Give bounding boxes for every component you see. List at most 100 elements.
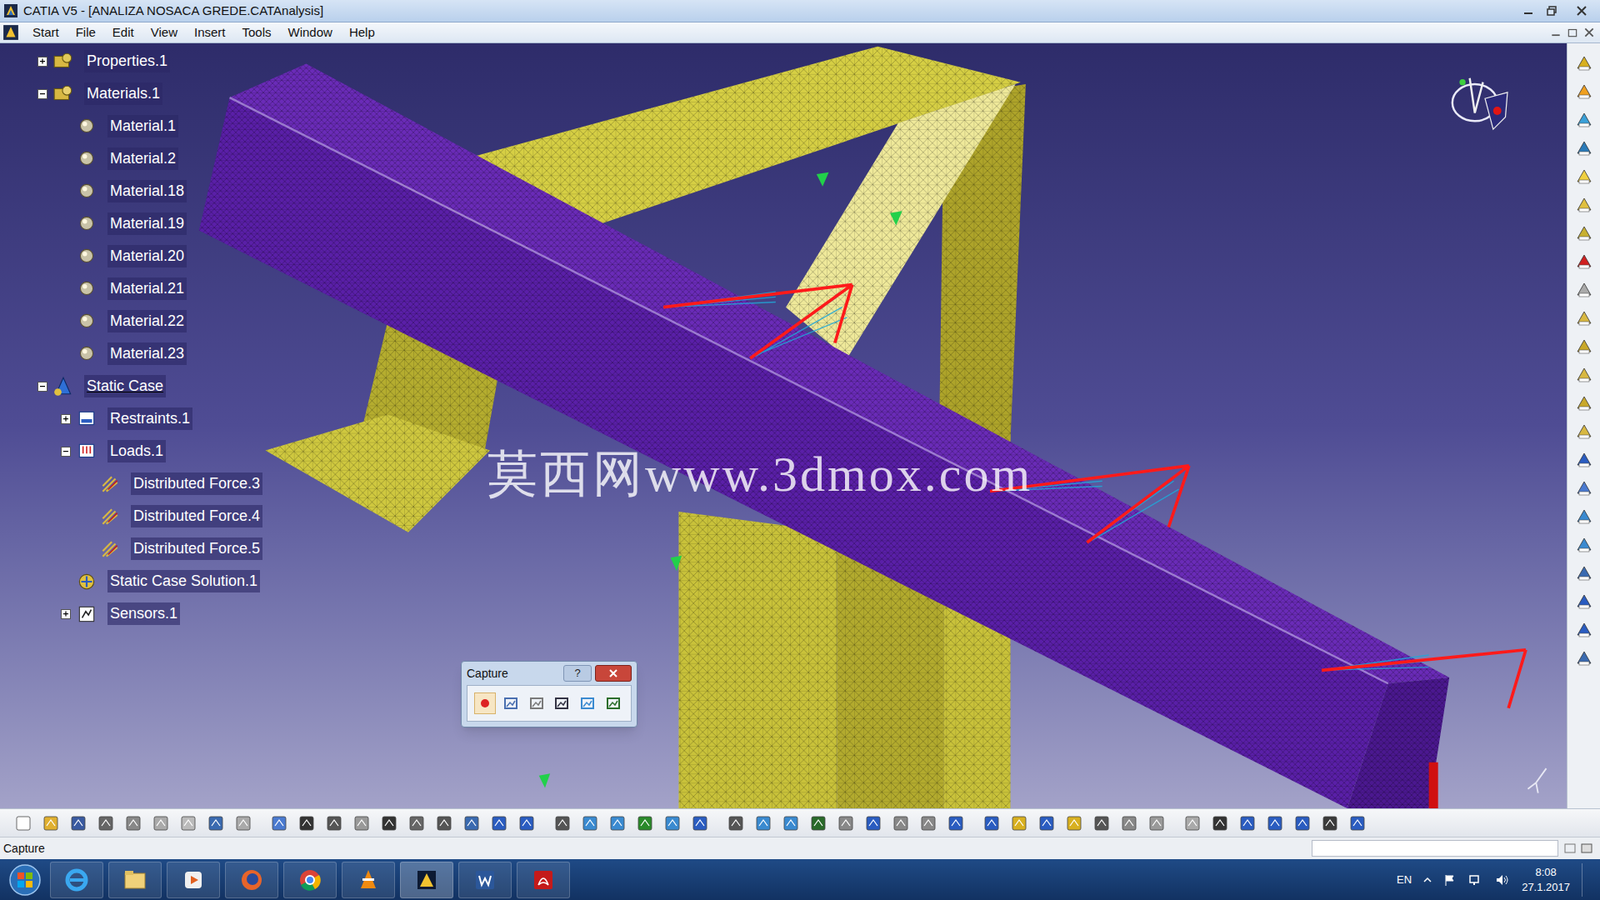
mdi-close-icon[interactable] — [1583, 26, 1595, 39]
menu-item[interactable]: Tools — [235, 23, 278, 43]
toolbar-button[interactable] — [94, 811, 118, 835]
menu-item[interactable]: Edit — [105, 23, 141, 43]
toolbar-button[interactable] — [1571, 420, 1597, 444]
toolbar-button[interactable] — [11, 811, 35, 835]
menu-item[interactable]: Insert — [187, 23, 233, 43]
toolbar-button[interactable] — [944, 811, 968, 835]
taskbar-app-button[interactable] — [400, 861, 454, 899]
taskbar-app-button[interactable] — [283, 861, 337, 899]
toolbar-button[interactable] — [350, 811, 374, 835]
toolbar-button[interactable] — [1145, 811, 1169, 835]
tree-node[interactable]: Material.18 — [0, 175, 263, 208]
toolbar-button[interactable] — [231, 811, 255, 835]
toolbar-button[interactable] — [1571, 561, 1597, 585]
toolbar-button[interactable] — [779, 811, 803, 835]
restore-button[interactable] — [1540, 0, 1564, 22]
toolbar-button[interactable] — [751, 811, 775, 835]
toolbar-button[interactable] — [515, 811, 539, 835]
taskbar-app-button[interactable] — [516, 861, 570, 899]
taskbar-app-button[interactable] — [458, 861, 512, 899]
capture-tool-button[interactable] — [500, 692, 522, 715]
tree-node[interactable]: Material.23 — [0, 337, 263, 370]
expand-toggle[interactable] — [60, 446, 71, 457]
toolbar-button[interactable] — [1571, 136, 1597, 160]
tree-node[interactable]: Static Case Solution.1 — [0, 565, 263, 598]
toolbar-button[interactable] — [1571, 278, 1597, 302]
toolbar-button[interactable] — [724, 811, 748, 835]
toolbar-button[interactable] — [295, 811, 319, 835]
tree-node[interactable]: Material.19 — [0, 207, 263, 240]
toolbar-button[interactable] — [1571, 533, 1597, 557]
fem-model[interactable] — [0, 43, 1567, 809]
toolbar-button[interactable] — [1571, 505, 1597, 529]
toolbar-button[interactable] — [1571, 108, 1597, 132]
toolbar-button[interactable] — [405, 811, 429, 835]
tree-node[interactable]: Material.2 — [0, 142, 263, 175]
help-button[interactable]: ? — [563, 665, 592, 682]
toolbar-button[interactable] — [578, 811, 602, 835]
menu-item[interactable]: View — [144, 23, 185, 43]
toolbar-button[interactable] — [1090, 811, 1114, 835]
toolbar-button[interactable] — [1345, 811, 1370, 835]
toolbar-button[interactable] — [1571, 448, 1597, 472]
toolbar-button[interactable] — [633, 811, 657, 835]
toolbar-button[interactable] — [322, 811, 346, 835]
toolbar-button[interactable] — [1007, 811, 1031, 835]
clock[interactable]: 8:08 27.1.2017 — [1521, 865, 1570, 895]
expand-toggle[interactable] — [60, 609, 71, 620]
toolbar-button[interactable] — [149, 811, 173, 835]
toolbar-button[interactable] — [1571, 335, 1597, 359]
close-button[interactable] — [1563, 0, 1600, 22]
toolbar-button[interactable] — [204, 811, 228, 835]
menu-item[interactable]: Window — [281, 23, 340, 43]
expand-toggle[interactable] — [37, 381, 48, 392]
toolbar-button[interactable] — [1571, 306, 1597, 330]
toolbar-button[interactable] — [980, 811, 1004, 835]
taskbar-app-button[interactable] — [341, 861, 395, 899]
capture-tool-button[interactable] — [576, 692, 599, 715]
taskbar-app-button[interactable] — [166, 861, 220, 899]
toolbar-button[interactable] — [660, 811, 685, 835]
tree-node[interactable]: Distributed Force.5 — [0, 532, 263, 565]
toolbar-button[interactable] — [1571, 250, 1597, 274]
minimize-button[interactable] — [1516, 0, 1540, 22]
toolbar-button[interactable] — [889, 811, 913, 835]
toolbar-button[interactable] — [377, 811, 401, 835]
taskbar-app-button[interactable] — [108, 861, 162, 899]
capture-dialog[interactable]: Capture ? — [460, 660, 638, 728]
toolbar-button[interactable] — [39, 811, 63, 835]
expand-toggle[interactable] — [60, 414, 71, 425]
capture-tool-button[interactable] — [525, 692, 548, 715]
tree-node[interactable]: Material.22 — [0, 305, 263, 338]
toolbar-button[interactable] — [861, 811, 885, 835]
toolbar-button[interactable] — [688, 811, 712, 835]
toolbar-button[interactable] — [1571, 51, 1597, 75]
toolbar-button[interactable] — [121, 811, 145, 835]
toolbar-button[interactable] — [916, 811, 940, 835]
toolbar-button[interactable] — [1571, 363, 1597, 387]
action-center-flag-icon[interactable] — [1443, 873, 1457, 887]
dialog-close-button[interactable] — [595, 665, 632, 682]
toolbar-button[interactable] — [1571, 646, 1597, 670]
tree-node[interactable]: Distributed Force.4 — [0, 500, 263, 533]
toolbar-button[interactable] — [1318, 811, 1342, 835]
toolbar-button[interactable] — [432, 811, 456, 835]
mdi-restore-icon[interactable] — [1566, 26, 1579, 39]
toolbar-button[interactable] — [1180, 811, 1205, 835]
toolbar-button[interactable] — [267, 811, 291, 835]
toolbar-button[interactable] — [1290, 811, 1315, 835]
language-indicator[interactable]: EN — [1396, 871, 1412, 889]
toolbar-button[interactable] — [1571, 221, 1597, 245]
toolbar-button[interactable] — [1571, 193, 1597, 217]
tree-node[interactable]: Material.20 — [0, 240, 263, 273]
3d-viewport[interactable]: 莫西网www.3dmox.com Properties.1Materials.1… — [0, 43, 1567, 809]
toolbar-button[interactable] — [1571, 165, 1597, 189]
command-input[interactable] — [1311, 840, 1559, 857]
toolbar-button[interactable] — [1035, 811, 1059, 835]
toolbar-button[interactable] — [1235, 811, 1260, 835]
show-desktop-button[interactable] — [1581, 863, 1592, 897]
toolbar-button[interactable] — [1263, 811, 1287, 835]
menu-item[interactable]: Start — [25, 23, 66, 43]
tree-node[interactable]: Distributed Force.3 — [0, 467, 263, 500]
layout-icon[interactable] — [1563, 841, 1577, 855]
